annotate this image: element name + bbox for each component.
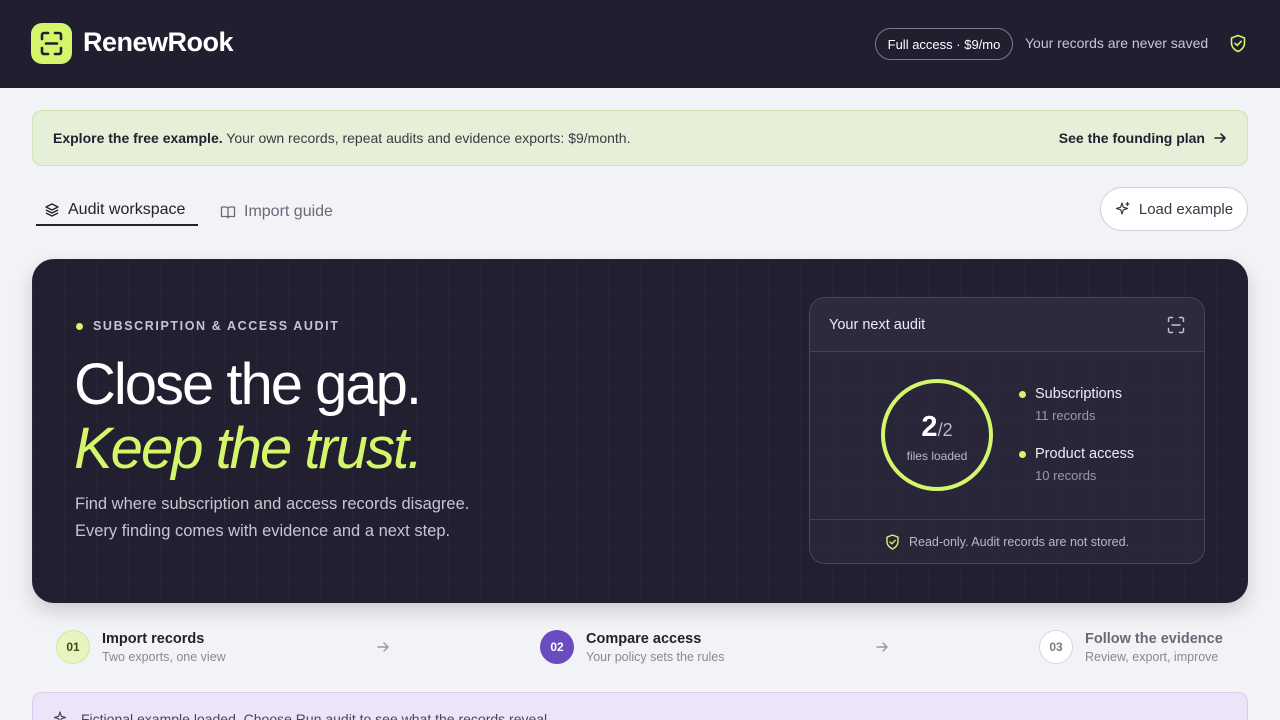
sparkles-icon xyxy=(53,711,67,720)
shield-check-icon xyxy=(1230,34,1246,53)
card-header: Your next audit xyxy=(810,298,1204,352)
top-bar: RenewRook Full access · $9/mo Your recor… xyxy=(0,0,1280,88)
brand-name[interactable]: RenewRook xyxy=(83,27,234,58)
hero-headline-accent: Keep the trust. xyxy=(74,416,423,481)
founding-plan-link[interactable]: See the founding plan xyxy=(1059,130,1227,146)
step-number: 03 xyxy=(1039,630,1073,664)
step-import-records: 01 Import records Two exports, one view xyxy=(56,630,226,664)
banner-message: Explore the free example. Your own recor… xyxy=(53,130,631,146)
stat-product-access: Product access 10 records xyxy=(1019,446,1134,483)
arrow-right-icon xyxy=(377,642,389,652)
example-loaded-notice: Fictional example loaded. Choose Run aud… xyxy=(32,692,1248,720)
hero-headline: Close the gap. xyxy=(74,352,422,417)
hero-eyebrow: SUBSCRIPTION & ACCESS AUDIT xyxy=(76,319,339,333)
book-icon xyxy=(220,206,236,219)
hero-description: Find where subscription and access recor… xyxy=(75,495,470,540)
step-compare-access: 02 Compare access Your policy sets the ru… xyxy=(540,630,725,664)
next-audit-card: Your next audit 2/2 files loaded Subscri… xyxy=(809,297,1205,564)
notice-text: Fictional example loaded. Choose Run aud… xyxy=(81,711,552,720)
card-title: Your next audit xyxy=(829,317,926,333)
step-follow-evidence: 03 Follow the evidence Review, export, im… xyxy=(1039,630,1223,664)
tab-audit-workspace[interactable]: Audit workspace xyxy=(36,199,198,226)
step-number: 01 xyxy=(56,630,90,664)
files-loaded-ring: 2/2 files loaded xyxy=(881,379,993,491)
free-example-banner: Explore the free example. Your own recor… xyxy=(32,110,1248,166)
files-loaded-label: files loaded xyxy=(906,449,968,463)
status-dot xyxy=(1019,450,1026,458)
full-access-pill[interactable]: Full access · $9/mo xyxy=(875,28,1013,60)
arrow-right-icon xyxy=(1214,133,1226,143)
shield-check-icon xyxy=(886,533,899,550)
load-example-button[interactable]: Load example xyxy=(1100,187,1248,231)
arrow-right-icon xyxy=(876,642,888,652)
tab-import-guide[interactable]: Import guide xyxy=(220,199,333,225)
card-footer: Read-only. Audit records are not stored. xyxy=(810,519,1204,563)
sparkles-icon xyxy=(1115,201,1130,215)
stat-subscriptions: Subscriptions 11 records xyxy=(1019,386,1122,423)
logo-icon[interactable] xyxy=(31,23,72,64)
status-dot xyxy=(1019,390,1026,398)
status-dot xyxy=(76,322,83,330)
privacy-note: Your records are never saved xyxy=(1025,35,1209,51)
scan-icon[interactable] xyxy=(1167,316,1185,334)
step-number: 02 xyxy=(540,630,574,664)
files-loaded-count: 2/2 xyxy=(921,411,953,443)
layers-icon xyxy=(45,202,59,217)
hero-panel: SUBSCRIPTION & ACCESS AUDIT Close the ga… xyxy=(32,259,1248,603)
